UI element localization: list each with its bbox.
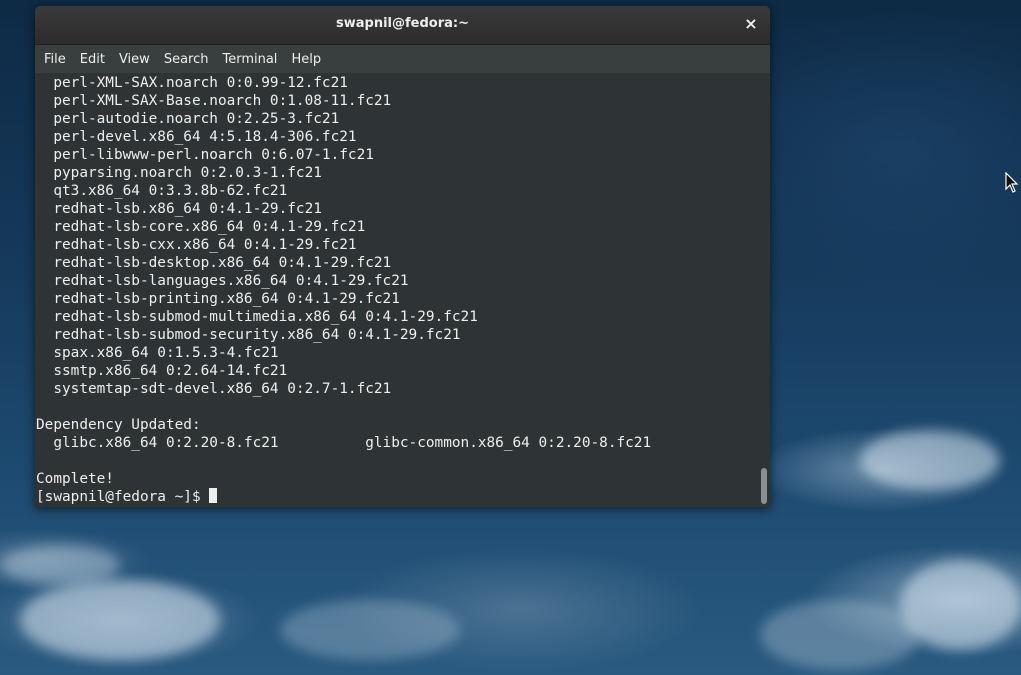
terminal-line: redhat-lsb.x86_64 0:4.1-29.fc21 (36, 201, 322, 217)
terminal-line: redhat-lsb-cxx.x86_64 0:4.1-29.fc21 (36, 237, 357, 253)
terminal-line: perl-devel.x86_64 4:5.18.4-306.fc21 (36, 129, 357, 145)
window-titlebar[interactable]: swapnil@fedora:~ × (35, 6, 770, 45)
menu-file[interactable]: File (37, 52, 73, 67)
shell-prompt: [swapnil@fedora ~]$ (36, 489, 210, 505)
menu-terminal[interactable]: Terminal (215, 52, 284, 67)
menu-bar: File Edit View Search Terminal Help (35, 45, 770, 74)
menu-view[interactable]: View (112, 52, 157, 67)
terminal-line: redhat-lsb-desktop.x86_64 0:4.1-29.fc21 (36, 255, 392, 271)
terminal-line: ssmtp.x86_64 0:2.64-14.fc21 (36, 363, 288, 379)
terminal-line: spax.x86_64 0:1.5.3-4.fc21 (36, 345, 279, 361)
terminal-line: perl-autodie.noarch 0:2.25-3.fc21 (36, 111, 340, 127)
terminal-window[interactable]: swapnil@fedora:~ × File Edit View Search… (35, 6, 770, 507)
terminal-line: Complete! (36, 471, 114, 487)
cloud (860, 430, 1000, 490)
terminal-line: redhat-lsb-printing.x86_64 0:4.1-29.fc21 (36, 291, 400, 307)
terminal-line: Dependency Updated: (36, 417, 201, 433)
prompt-line[interactable]: [swapnil@fedora ~]$ (36, 488, 756, 506)
terminal-line: redhat-lsb-core.x86_64 0:4.1-29.fc21 (36, 219, 366, 235)
cloud (20, 580, 220, 660)
terminal-line: perl-XML-SAX-Base.noarch 0:1.08-11.fc21 (36, 93, 392, 109)
menu-search[interactable]: Search (157, 52, 216, 67)
text-cursor (209, 488, 218, 503)
mouse-pointer-icon (1005, 172, 1019, 193)
scrollbar-thumb[interactable] (761, 468, 767, 504)
terminal-line: glibc.x86_64 0:2.20-8.fc21 glibc-common.… (36, 435, 652, 451)
terminal-line: systemtap-sdt-devel.x86_64 0:2.7-1.fc21 (36, 381, 392, 397)
terminal-line: perl-XML-SAX.noarch 0:0.99-12.fc21 (36, 75, 348, 91)
menu-edit[interactable]: Edit (73, 52, 112, 67)
terminal-line: redhat-lsb-submod-multimedia.x86_64 0:4.… (36, 309, 478, 325)
terminal-line: pyparsing.noarch 0:2.0.3-1.fc21 (36, 165, 322, 181)
cloud (280, 600, 460, 660)
terminal-line: qt3.x86_64 0:3.3.8b-62.fc21 (36, 183, 288, 199)
cloud (0, 545, 120, 585)
terminal-output[interactable]: perl-XML-SAX.noarch 0:0.99-12.fc21 perl-… (35, 73, 770, 507)
close-icon[interactable]: × (742, 15, 760, 33)
cloud (760, 600, 920, 670)
terminal-line: redhat-lsb-languages.x86_64 0:4.1-29.fc2… (36, 273, 409, 289)
terminal-lines: perl-XML-SAX.noarch 0:0.99-12.fc21 perl-… (36, 74, 756, 506)
menu-help[interactable]: Help (284, 52, 328, 67)
window-title: swapnil@fedora:~ (336, 16, 469, 31)
terminal-line: perl-libwww-perl.noarch 0:6.07-1.fc21 (36, 147, 374, 163)
terminal-line: redhat-lsb-submod-security.x86_64 0:4.1-… (36, 327, 461, 343)
